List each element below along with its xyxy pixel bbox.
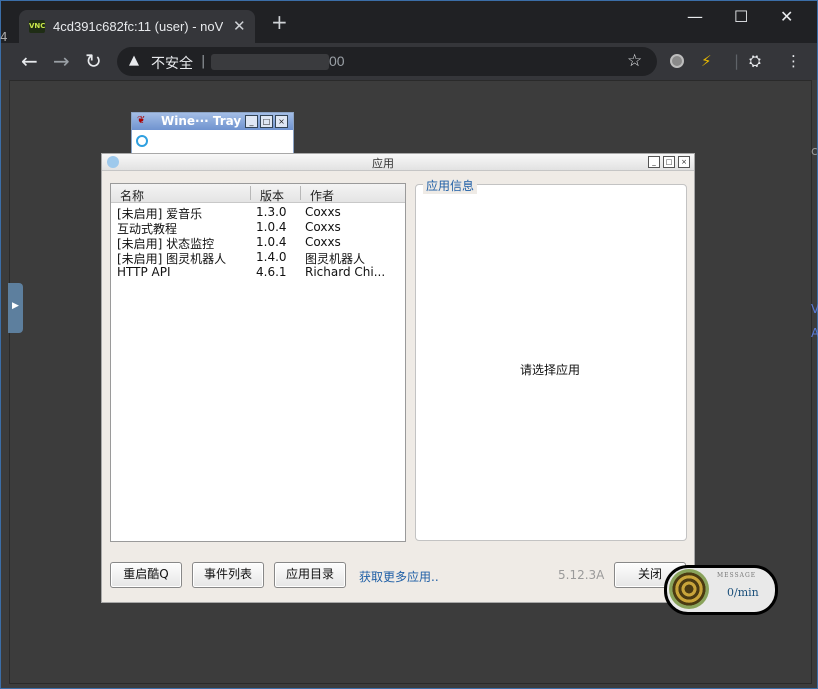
minimize-window-icon[interactable]: — <box>687 7 703 26</box>
app-row[interactable]: HTTP API 4.6.1 Richard Chi... <box>111 265 405 280</box>
app-window-title: 应用 <box>372 157 394 170</box>
address-bar[interactable]: ▲ 不安全 | 00 ☆ <box>117 47 657 76</box>
reload-icon[interactable]: ↻ <box>85 49 102 73</box>
extension-bolt-icon[interactable]: ⚡ <box>701 53 712 70</box>
column-header-name[interactable]: 名称 <box>120 187 144 204</box>
tab-close-icon[interactable]: ✕ <box>233 17 246 35</box>
app-row[interactable]: [未启用] 爱音乐 1.3.0 Coxxs <box>111 205 405 221</box>
app-minimize-button[interactable]: _ <box>648 156 660 168</box>
forward-icon[interactable]: → <box>53 49 70 73</box>
app-author: Coxxs <box>305 220 341 234</box>
back-icon[interactable]: ← <box>21 49 38 73</box>
wine-tray-window[interactable]: ❦ Wine··· Tray _ □ × <box>131 112 294 154</box>
app-list[interactable]: 名称 版本 作者 [未启用] 爱音乐 1.3.0 Coxxs 互动式教程 1.0… <box>110 183 406 542</box>
wine-tray-title: Wine··· Tray <box>161 114 242 128</box>
app-version: 1.0.4 <box>256 220 287 234</box>
app-name: HTTP API <box>117 265 171 279</box>
message-rate-widget[interactable]: MESSAGE 0/min <box>664 565 778 615</box>
app-titlebar[interactable]: 应用 _ □ × <box>102 154 694 171</box>
mosquito-coil-icon <box>669 569 709 609</box>
column-header-author[interactable]: 作者 <box>310 187 334 204</box>
app-row[interactable]: [未启用] 状态监控 1.0.4 Coxxs <box>111 235 405 251</box>
novnc-control-handle[interactable]: ▶ <box>8 283 23 333</box>
coolq-version: 5.12.3A <box>558 568 605 582</box>
app-author: Richard Chi... <box>305 265 386 279</box>
tray-minimize-button[interactable]: _ <box>245 115 258 128</box>
app-info-title: 应用信息 <box>423 177 478 194</box>
menu-icon[interactable]: ⋮ <box>786 53 801 70</box>
wine-tray-titlebar[interactable]: ❦ Wine··· Tray _ □ × <box>132 113 293 130</box>
maximize-window-icon[interactable]: ☐ <box>734 7 748 26</box>
blurred-url <box>211 54 329 70</box>
warning-icon[interactable]: ▲ <box>129 53 139 68</box>
incognito-icon[interactable]: ⛭ <box>749 53 761 70</box>
column-divider[interactable] <box>300 186 301 200</box>
wine-icon: ❦ <box>137 115 146 126</box>
url-text[interactable]: 00 <box>329 53 345 69</box>
extension-circle-icon[interactable] <box>670 54 684 68</box>
tray-maximize-button[interactable]: □ <box>260 115 273 128</box>
app-version: 4.6.1 <box>256 265 287 279</box>
tab-title: 4cd391c682fc:11 (user) - noVN <box>53 19 223 34</box>
app-window: 应用 _ □ × 名称 版本 作者 [未启用] 爱音乐 1.3.0 Coxxs … <box>101 153 695 603</box>
vnc-favicon-icon: VNC <box>29 20 45 33</box>
app-info-placeholder: 请选择应用 <box>519 363 580 377</box>
event-list-button[interactable]: 事件列表 <box>192 562 264 588</box>
app-row[interactable]: [未启用] 图灵机器人 1.4.0 图灵机器人 <box>111 250 405 266</box>
app-directory-button[interactable]: 应用目录 <box>274 562 346 588</box>
message-rate: 0/min <box>727 586 759 599</box>
get-more-apps-link[interactable]: 获取更多应用.. <box>359 568 439 585</box>
tab-strip: VNC 4cd391c682fc:11 (user) - noVN ✕ + — … <box>1 1 817 43</box>
right-edge-text-2: V <box>811 302 818 316</box>
column-divider[interactable] <box>250 186 251 200</box>
star-icon[interactable]: ☆ <box>627 51 642 71</box>
close-window-icon[interactable]: ✕ <box>780 7 793 26</box>
new-tab-button[interactable]: + <box>271 12 288 32</box>
app-maximize-button[interactable]: □ <box>663 156 675 168</box>
security-label[interactable]: 不安全 <box>151 53 193 73</box>
right-edge-text-1: c <box>811 144 818 158</box>
column-header-version[interactable]: 版本 <box>260 187 284 204</box>
app-author: Coxxs <box>305 205 341 219</box>
browser-toolbar: ← → ↻ ▲ 不安全 | 00 ☆ ⚡ | ⛭ ⋮ <box>1 43 817 80</box>
message-label: MESSAGE <box>717 572 757 579</box>
app-close-button[interactable]: × <box>678 156 690 168</box>
browser-tab[interactable]: VNC 4cd391c682fc:11 (user) - noVN ✕ <box>19 10 255 43</box>
restart-coolq-button[interactable]: 重启酷Q <box>110 562 182 588</box>
app-row[interactable]: 互动式教程 1.0.4 Coxxs <box>111 220 405 236</box>
app-version: 1.4.0 <box>256 250 287 264</box>
app-version: 1.0.4 <box>256 235 287 249</box>
toolbar-divider: | <box>734 52 740 70</box>
app-version: 1.3.0 <box>256 205 287 219</box>
coolq-tray-icon[interactable] <box>136 135 148 147</box>
left-edge-text: 4 <box>0 30 8 44</box>
app-list-header: 名称 版本 作者 <box>111 184 405 203</box>
url-separator: | <box>201 54 206 69</box>
app-author: Coxxs <box>305 235 341 249</box>
expand-arrow-icon: ▶ <box>12 301 19 311</box>
tray-close-button[interactable]: × <box>275 115 288 128</box>
right-edge-text-3: A <box>811 326 818 340</box>
